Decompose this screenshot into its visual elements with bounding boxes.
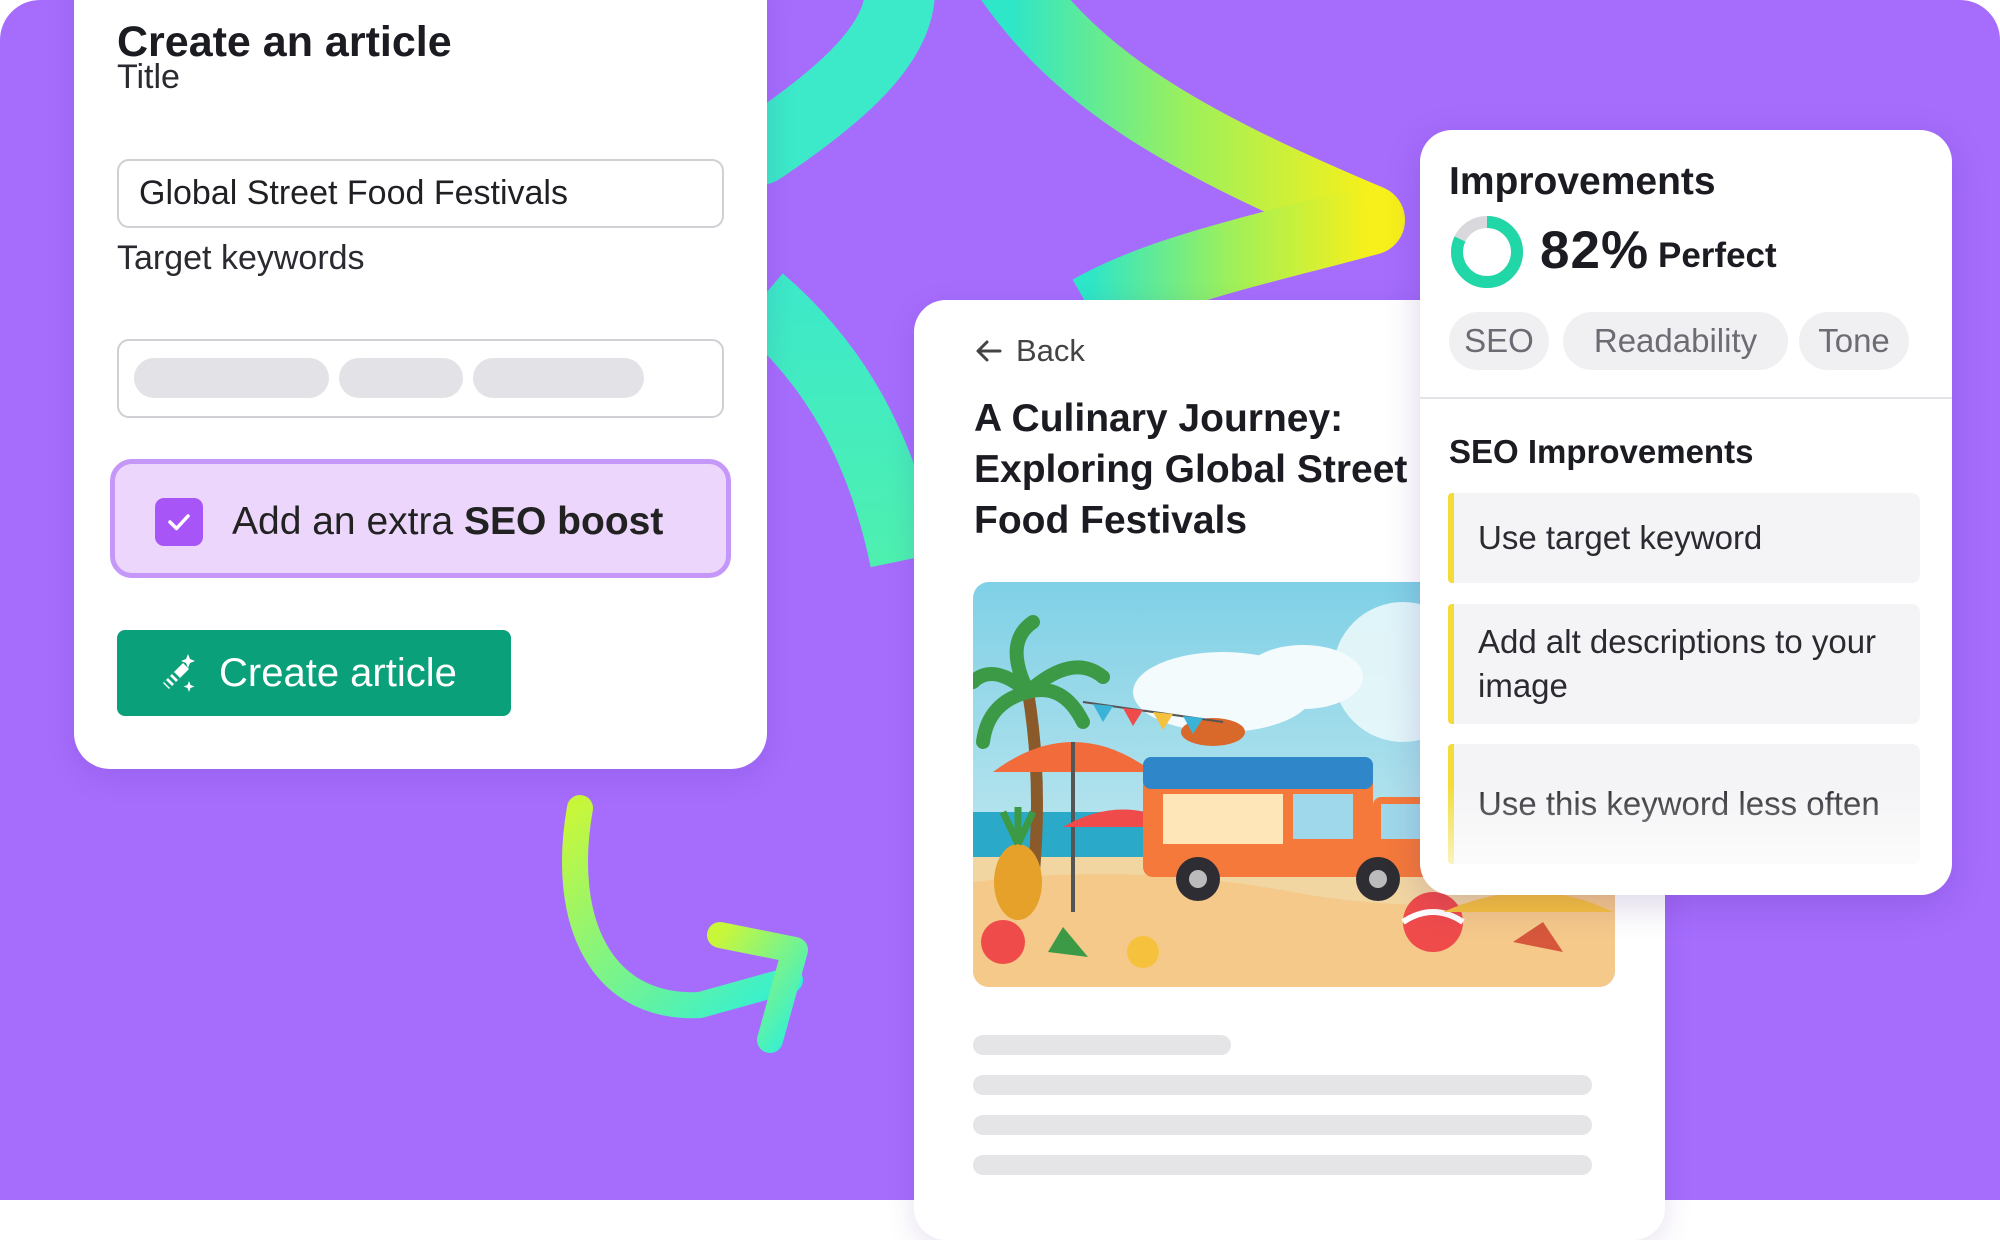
seo-improvements-title: SEO Improvements (1449, 433, 1754, 470)
improvements-heading: Improvements (1449, 160, 1716, 203)
text-line-placeholder (973, 1155, 1592, 1175)
checkmark-icon (168, 514, 190, 531)
text-line-placeholder (973, 1075, 1592, 1095)
article-title: A Culinary Journey: Exploring Global Str… (974, 397, 1408, 542)
keyword-chip-placeholder (134, 358, 329, 398)
text-line-placeholder (973, 1115, 1592, 1135)
seo-boost-option[interactable]: Add an extra SEO boost (110, 459, 731, 578)
tab-readability[interactable]: Readability (1563, 312, 1788, 370)
keyword-chip-placeholder (473, 358, 644, 398)
tab-tone[interactable]: Tone (1799, 312, 1909, 370)
text-line-placeholder (973, 1035, 1231, 1055)
score-label: Perfect (1658, 236, 1777, 275)
suggestion-item[interactable]: Use target keyword (1448, 493, 1920, 583)
tab-seo[interactable]: SEO (1449, 312, 1549, 370)
create-article-button-label: Create article (219, 650, 457, 695)
divider (1420, 397, 1952, 399)
arrow-left-icon (974, 336, 1004, 366)
list-fade-overlay (1420, 785, 1952, 895)
improvements-panel: Improvements 82% Perfect SEO Readability… (1420, 130, 1952, 895)
keyword-chip-placeholder (339, 358, 463, 398)
create-article-card: Create an article Title Target keywords … (74, 0, 767, 769)
target-keywords-input[interactable] (117, 339, 724, 418)
title-input[interactable] (117, 159, 724, 228)
seo-boost-emphasis: SEO boost (463, 500, 664, 543)
magic-wand-icon (155, 651, 199, 695)
score-ring-gauge (1451, 216, 1523, 288)
suggestion-item[interactable]: Add alt descriptions to your image (1448, 604, 1920, 724)
create-article-button[interactable]: Create article (117, 630, 511, 716)
score-value: 82% (1540, 221, 1650, 280)
title-label: Title (117, 58, 180, 96)
back-label: Back (1016, 333, 1085, 368)
seo-boost-prefix: Add an extra (232, 500, 464, 543)
target-keywords-label: Target keywords (117, 239, 365, 277)
seo-boost-checkbox[interactable] (155, 498, 203, 546)
seo-boost-label: Add an extra SEO boost (232, 500, 663, 544)
back-link[interactable]: Back (974, 333, 1085, 369)
